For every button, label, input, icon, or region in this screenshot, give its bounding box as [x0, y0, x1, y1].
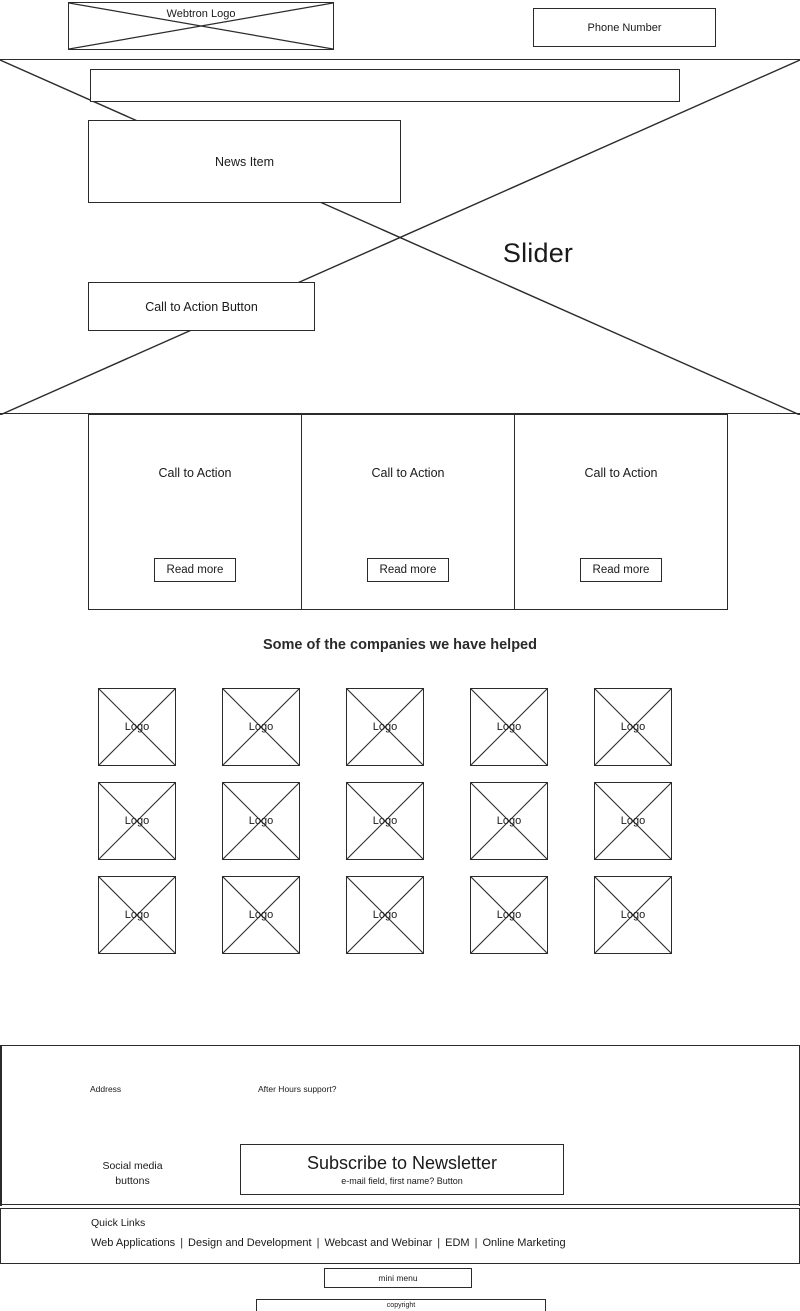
phone-number-label: Phone Number — [587, 21, 662, 34]
read-more-button[interactable]: Read more — [154, 558, 236, 582]
client-logo-label: Logo — [372, 815, 398, 827]
call-to-action-row: Call to Action Read more Call to Action … — [88, 414, 728, 610]
client-logo-cell[interactable]: Logo — [594, 876, 672, 954]
hero-slider[interactable]: News Item Call to Action Button Slider — [0, 59, 800, 415]
newsletter-title: Subscribe to Newsletter — [306, 1153, 498, 1173]
quick-link-webcast-and-webinar[interactable]: Webcast and Webinar — [324, 1237, 432, 1249]
client-logo-label: Logo — [124, 815, 150, 827]
client-logo-cell[interactable]: Logo — [346, 782, 424, 860]
copyright-label: copyright — [386, 1302, 416, 1309]
hero-call-to-action-label: Call to Action Button — [145, 299, 258, 314]
social-media-label-line1: Social media — [102, 1160, 163, 1172]
quick-link-web-applications[interactable]: Web Applications — [91, 1237, 175, 1249]
client-logo-label: Logo — [124, 721, 150, 733]
footer-after-hours-label: After Hours support? — [258, 1084, 337, 1094]
client-logo-label: Logo — [496, 909, 522, 921]
client-logo-cell[interactable]: Logo — [222, 782, 300, 860]
slider-placeholder-cross-icon — [0, 60, 800, 415]
companies-heading: Some of the companies we have helped — [263, 637, 537, 653]
copyright-box: copyright — [256, 1299, 546, 1311]
call-to-action-title: Call to Action — [158, 466, 232, 480]
social-media-label-line2: buttons — [115, 1175, 150, 1187]
client-logo-label: Logo — [124, 909, 150, 921]
client-logo-label: Logo — [372, 721, 398, 733]
client-logo-cell[interactable]: Logo — [98, 782, 176, 860]
newsletter-subtitle: e-mail field, first name? Button — [341, 1176, 463, 1186]
client-logo-label: Logo — [496, 815, 522, 827]
read-more-button[interactable]: Read more — [367, 558, 449, 582]
client-logo-cell[interactable]: Logo — [470, 876, 548, 954]
client-logo-label: Logo — [620, 721, 646, 733]
quick-link-design-and-development[interactable]: Design and Development — [188, 1237, 312, 1249]
quick-links-separator: | — [437, 1237, 441, 1249]
quick-links-separator: | — [474, 1237, 478, 1249]
quick-links-title: Quick Links — [91, 1217, 146, 1229]
client-logo-label: Logo — [248, 815, 274, 827]
client-logo-label: Logo — [372, 909, 398, 921]
client-logo-cell[interactable]: Logo — [594, 688, 672, 766]
news-item-label: News Item — [214, 154, 275, 169]
client-logo-label: Logo — [620, 909, 646, 921]
quick-links-band: Quick Links Web Applications | Design an… — [0, 1208, 800, 1264]
news-item-box[interactable]: News Item — [88, 120, 401, 203]
client-logo-cell[interactable]: Logo — [98, 876, 176, 954]
read-more-button[interactable]: Read more — [580, 558, 662, 582]
client-logo-cell[interactable]: Logo — [346, 876, 424, 954]
footer-address-label: Address — [90, 1084, 122, 1094]
quick-links-separator: | — [316, 1237, 320, 1249]
site-logo-placeholder[interactable]: Webtron Logo — [68, 2, 334, 50]
client-logo-cell[interactable]: Logo — [470, 782, 548, 860]
wireframe-page: Webtron Logo Phone Number News Item Call… — [0, 0, 800, 1311]
call-to-action-column: Call to Action Read more — [514, 415, 727, 609]
slider-title: Slider — [502, 237, 574, 268]
quick-links-list: Web Applications | Design and Developmen… — [91, 1237, 566, 1249]
client-logo-cell[interactable]: Logo — [346, 688, 424, 766]
quick-links-separator: | — [180, 1237, 184, 1249]
client-logo-cell[interactable]: Logo — [594, 782, 672, 860]
mini-menu-label: mini menu — [378, 1273, 418, 1283]
hero-call-to-action-button[interactable]: Call to Action Button — [88, 282, 315, 331]
site-logo-label: Webtron Logo — [166, 8, 236, 20]
mini-menu-box[interactable]: mini menu — [324, 1268, 472, 1288]
quick-link-online-marketing[interactable]: Online Marketing — [482, 1237, 565, 1249]
client-logo-label: Logo — [496, 721, 522, 733]
client-logo-grid: Logo Logo Logo Logo Logo Logo Logo Logo … — [98, 688, 673, 954]
main-navigation-bar[interactable] — [90, 69, 680, 102]
call-to-action-title: Call to Action — [584, 466, 658, 480]
call-to-action-column: Call to Action Read more — [89, 415, 301, 609]
client-logo-label: Logo — [620, 815, 646, 827]
quick-link-edm[interactable]: EDM — [445, 1237, 469, 1249]
client-logo-cell[interactable]: Logo — [470, 688, 548, 766]
newsletter-subscribe-box[interactable]: Subscribe to Newsletter e-mail field, fi… — [240, 1144, 564, 1195]
client-logo-cell[interactable]: Logo — [222, 876, 300, 954]
client-logo-cell[interactable]: Logo — [98, 688, 176, 766]
client-logo-label: Logo — [248, 721, 274, 733]
phone-number-box[interactable]: Phone Number — [533, 8, 716, 47]
call-to-action-column: Call to Action Read more — [301, 415, 514, 609]
social-media-buttons-placeholder[interactable]: Social media buttons — [85, 1159, 180, 1189]
client-logo-cell[interactable]: Logo — [222, 688, 300, 766]
client-logo-label: Logo — [248, 909, 274, 921]
call-to-action-title: Call to Action — [371, 466, 445, 480]
